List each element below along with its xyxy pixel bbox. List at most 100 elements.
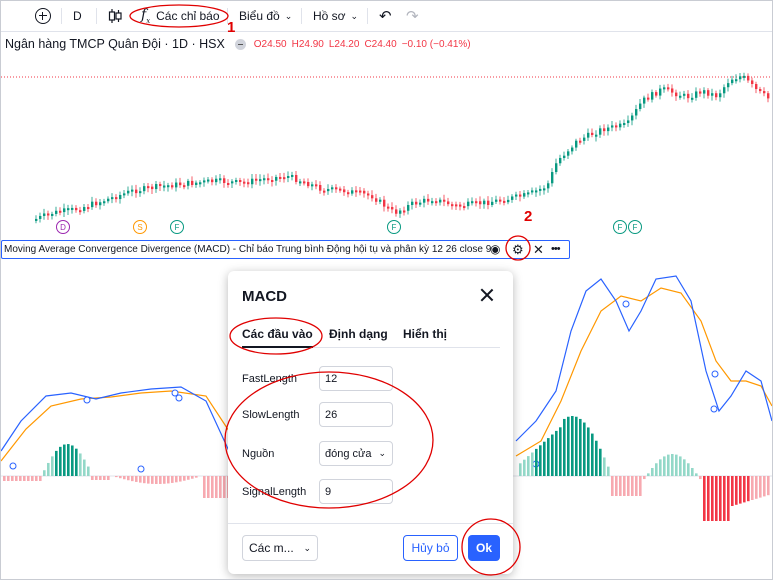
add-symbol-button[interactable] xyxy=(35,1,51,31)
toolbar-divider xyxy=(96,8,97,24)
price-candle xyxy=(243,181,246,184)
histogram-bar xyxy=(547,438,550,476)
price-candle xyxy=(255,178,258,181)
slow-length-field[interactable]: 26 xyxy=(319,402,393,427)
price-candle xyxy=(603,128,606,132)
price-candle xyxy=(635,109,638,116)
annotation-number: 1 xyxy=(227,19,236,36)
price-candle xyxy=(431,201,434,204)
price-candle xyxy=(471,201,474,204)
signal-length-value: 9 xyxy=(325,485,332,498)
price-candle xyxy=(639,103,642,110)
histogram-bar xyxy=(707,476,710,521)
price-candle xyxy=(167,185,170,188)
close-icon[interactable]: ✕ xyxy=(533,242,544,257)
price-candle xyxy=(63,208,66,213)
indicator-legend[interactable]: Moving Average Convergence Divergence (M… xyxy=(1,240,570,259)
histogram-bar xyxy=(519,463,522,476)
price-candle xyxy=(259,179,262,182)
histogram-bar xyxy=(215,476,218,498)
price-candle xyxy=(747,75,750,81)
price-candle xyxy=(475,201,478,204)
histogram-bar xyxy=(591,433,594,476)
histogram-bar xyxy=(627,476,630,496)
eye-icon[interactable]: ◉ xyxy=(490,242,500,257)
price-candle xyxy=(411,201,414,206)
histogram-bar xyxy=(35,476,38,481)
histogram-bar xyxy=(191,476,194,479)
profile-menu-label: Hồ sơ xyxy=(313,9,346,23)
price-candle xyxy=(587,132,590,138)
chart-type-button[interactable] xyxy=(107,1,123,31)
template-select[interactable]: Các m... ⌄ xyxy=(242,535,318,561)
fast-length-field[interactable]: 12 xyxy=(319,366,393,391)
price-candle xyxy=(179,182,182,186)
histogram-bar xyxy=(579,418,582,476)
chart-menu-button[interactable]: Biểu đồ ⌄ xyxy=(239,1,292,31)
histogram-bar xyxy=(107,476,110,480)
histogram-bar xyxy=(575,416,578,476)
price-candle xyxy=(699,91,702,94)
price-candle xyxy=(363,190,366,194)
slow-length-label: SlowLength xyxy=(242,409,300,421)
event-marker-label: F xyxy=(633,223,638,232)
price-candle xyxy=(359,190,362,193)
interval-button[interactable]: D xyxy=(73,1,82,31)
price-candle xyxy=(723,87,726,94)
tab-style[interactable]: Định dạng xyxy=(329,327,388,341)
price-candle xyxy=(523,193,526,197)
price-candle xyxy=(87,207,90,210)
source-select[interactable]: đóng cửa ⌄ xyxy=(319,441,393,466)
tab-inputs[interactable]: Các đầu vào xyxy=(242,327,313,348)
histogram-bar xyxy=(739,476,742,504)
price-candle xyxy=(75,207,78,211)
ok-button[interactable]: Ok xyxy=(468,535,500,561)
price-candle xyxy=(539,188,542,191)
event-marker-label: F xyxy=(175,223,180,232)
tab-visibility[interactable]: Hiển thị xyxy=(403,327,447,341)
histogram-bar xyxy=(531,452,534,476)
histogram-bar xyxy=(87,466,90,476)
price-candle xyxy=(575,140,578,148)
price-candle xyxy=(191,180,194,185)
collapse-icon[interactable] xyxy=(234,38,246,50)
signal-line xyxy=(515,287,772,457)
price-candle xyxy=(123,193,126,196)
histogram-bar xyxy=(63,444,66,476)
cancel-button[interactable]: Hủy bỏ xyxy=(403,535,458,561)
price-candle xyxy=(287,175,290,178)
price-candle xyxy=(499,199,502,202)
gear-icon[interactable]: ⚙ xyxy=(512,242,524,257)
close-icon[interactable] xyxy=(480,288,494,302)
price-candle xyxy=(139,191,142,194)
more-icon[interactable]: ••• xyxy=(551,242,561,257)
price-candle xyxy=(527,192,530,195)
histogram-bar xyxy=(135,476,138,482)
histogram-bar xyxy=(659,459,662,476)
price-candle xyxy=(739,76,742,80)
price-candle xyxy=(291,174,294,177)
price-candle xyxy=(487,200,490,206)
histogram-bar xyxy=(607,466,610,476)
symbol-legend: Ngân hàng TMCP Quân Đội · 1D · HSX O24.5… xyxy=(5,37,476,51)
signal-length-field[interactable]: 9 xyxy=(319,479,393,504)
indicators-button[interactable]: fx Các chỉ báo xyxy=(141,1,220,31)
histogram-bar xyxy=(103,476,106,480)
redo-button[interactable]: ↷ xyxy=(406,1,419,31)
price-candle xyxy=(695,91,698,98)
chevron-down-icon: ⌄ xyxy=(378,448,386,458)
histogram-bar xyxy=(727,476,730,521)
price-candle xyxy=(683,93,686,96)
histogram-bar xyxy=(535,448,538,476)
price-candle xyxy=(659,88,662,96)
cross-marker xyxy=(710,405,718,413)
histogram-bar xyxy=(595,440,598,476)
signal-line xyxy=(1,390,230,462)
price-candle xyxy=(315,184,318,187)
profile-menu-button[interactable]: Hồ sơ ⌄ xyxy=(313,1,358,31)
histogram-bar xyxy=(567,416,570,476)
price-candle xyxy=(283,177,286,180)
undo-button[interactable]: ↶ xyxy=(379,1,392,31)
histogram-bar xyxy=(551,434,554,476)
price-candle xyxy=(103,201,106,204)
